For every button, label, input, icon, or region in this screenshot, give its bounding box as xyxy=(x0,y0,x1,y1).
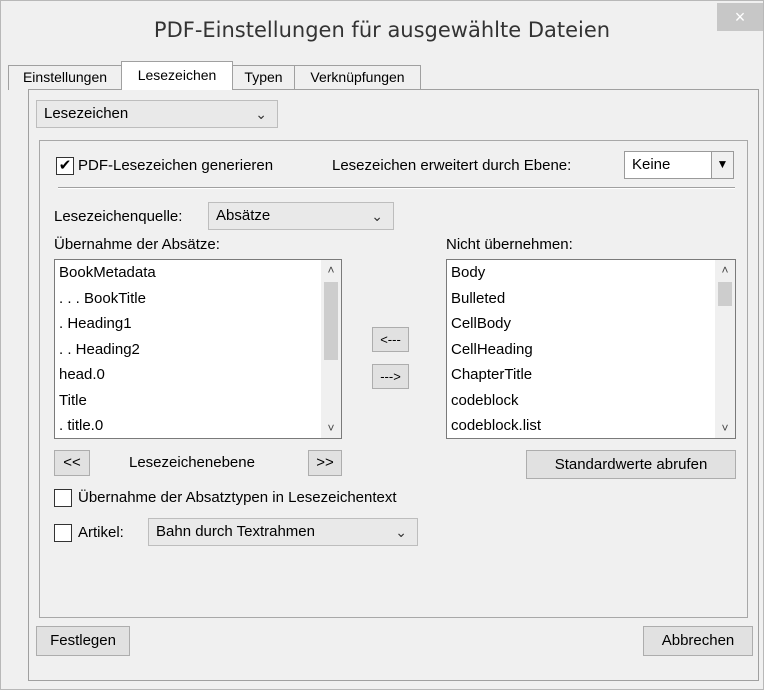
move-left-button[interactable]: <--- xyxy=(372,327,409,352)
section-select[interactable]: Lesezeichen ⌄ xyxy=(36,100,278,128)
generate-bookmarks-label: PDF-Lesezeichen generieren xyxy=(78,157,274,174)
move-right-button[interactable]: ---> xyxy=(372,364,409,389)
include-scrollbar[interactable]: ˄ ˅ xyxy=(321,260,341,438)
paragraph-types-label: Übernahme der Absatztypen in Lesezeichen… xyxy=(78,489,397,506)
exclude-listbox[interactable]: Body Bulleted CellBody CellHeading ChapterTi… xyxy=(446,259,736,439)
section-select-value: Lesezeichen xyxy=(44,105,129,122)
exclude-list-item[interactable]: codeblock xyxy=(447,388,735,414)
level-increase-button[interactable]: >> xyxy=(308,450,342,476)
exclude-list-item[interactable]: ChapterTitle xyxy=(447,362,735,388)
expand-level-label: Lesezeichen erweitert durch Ebene: xyxy=(332,157,572,174)
tab-verknuepfungen[interactable]: Verknüpfungen xyxy=(294,65,421,90)
dialog-window: PDF-Einstellungen für ausgewählte Dateie… xyxy=(0,0,764,690)
level-decrease-button[interactable]: << xyxy=(54,450,90,476)
include-list-item[interactable]: head.0 xyxy=(55,362,341,388)
exclude-list-label: Nicht übernehmen: xyxy=(446,236,573,253)
scroll-down-icon[interactable]: ˅ xyxy=(715,418,735,438)
include-list-item[interactable]: BookMetadata xyxy=(55,260,341,286)
exclude-list-item[interactable]: Body xyxy=(447,260,735,286)
restore-defaults-button[interactable]: Standardwerte abrufen xyxy=(526,450,736,479)
article-select[interactable]: Bahn durch Textrahmen ⌄ xyxy=(148,518,418,546)
include-list-item[interactable]: Title xyxy=(55,388,341,414)
tab-einstellungen[interactable]: Einstellungen xyxy=(8,65,122,90)
include-list-item[interactable]: . Heading1 xyxy=(55,311,341,337)
article-checkbox[interactable] xyxy=(54,524,72,542)
chevron-down-icon: ⌄ xyxy=(255,106,267,122)
expand-level-select[interactable]: Keine ▼ xyxy=(624,151,734,179)
include-list-label: Übernahme der Absätze: xyxy=(54,236,220,253)
checkmark-icon: ✔ xyxy=(58,157,72,174)
tab-panel-lesezeichen: Lesezeichen ⌄ ✔ PDF-Lesezeichen generier… xyxy=(28,89,759,681)
exclude-list-item[interactable]: codeblock.list xyxy=(447,413,735,438)
scroll-up-icon[interactable]: ˄ xyxy=(715,260,735,280)
article-value: Bahn durch Textrahmen xyxy=(156,523,315,540)
source-value: Absätze xyxy=(216,207,271,224)
bookmark-settings-group: ✔ PDF-Lesezeichen generieren Lesezeichen… xyxy=(39,140,748,618)
close-button[interactable]: × xyxy=(717,3,763,31)
include-list-item[interactable]: . title.0 xyxy=(55,413,341,438)
title-bar[interactable]: PDF-Einstellungen für ausgewählte Dateie… xyxy=(1,1,763,59)
include-scroll-thumb[interactable] xyxy=(324,282,338,360)
expand-level-value: Keine xyxy=(632,156,671,173)
source-label: Lesezeichenquelle: xyxy=(54,208,183,225)
exclude-list-item[interactable]: Bulleted xyxy=(447,286,735,312)
include-list-item[interactable]: . . . BookTitle xyxy=(55,286,341,312)
tab-lesezeichen[interactable]: Lesezeichen xyxy=(121,61,233,90)
paragraph-types-checkbox[interactable] xyxy=(54,489,72,507)
scroll-up-icon[interactable]: ˄ xyxy=(321,260,341,280)
cancel-button[interactable]: Abbrechen xyxy=(643,626,753,656)
chevron-down-icon: ⌄ xyxy=(395,524,407,540)
exclude-scroll-thumb[interactable] xyxy=(718,282,732,306)
window-title: PDF-Einstellungen für ausgewählte Dateie… xyxy=(153,18,611,42)
apply-button[interactable]: Festlegen xyxy=(36,626,130,656)
article-label: Artikel: xyxy=(78,524,124,541)
level-label: Lesezeichenebene xyxy=(129,454,255,471)
include-listbox[interactable]: BookMetadata. . . BookTitle. Heading1. .… xyxy=(54,259,342,439)
tab-typen[interactable]: Typen xyxy=(232,65,295,90)
chevron-down-icon: ⌄ xyxy=(371,208,383,224)
source-select[interactable]: Absätze ⌄ xyxy=(208,202,394,230)
exclude-list-item[interactable]: CellHeading xyxy=(447,337,735,363)
dropdown-arrow-icon: ▼ xyxy=(711,152,733,178)
generate-bookmarks-checkbox[interactable]: ✔ xyxy=(56,157,74,175)
scroll-down-icon[interactable]: ˅ xyxy=(321,418,341,438)
exclude-scrollbar[interactable]: ˄ ˅ xyxy=(715,260,735,438)
separator xyxy=(58,187,735,189)
exclude-list-item[interactable]: CellBody xyxy=(447,311,735,337)
include-list-item[interactable]: . . Heading2 xyxy=(55,337,341,363)
